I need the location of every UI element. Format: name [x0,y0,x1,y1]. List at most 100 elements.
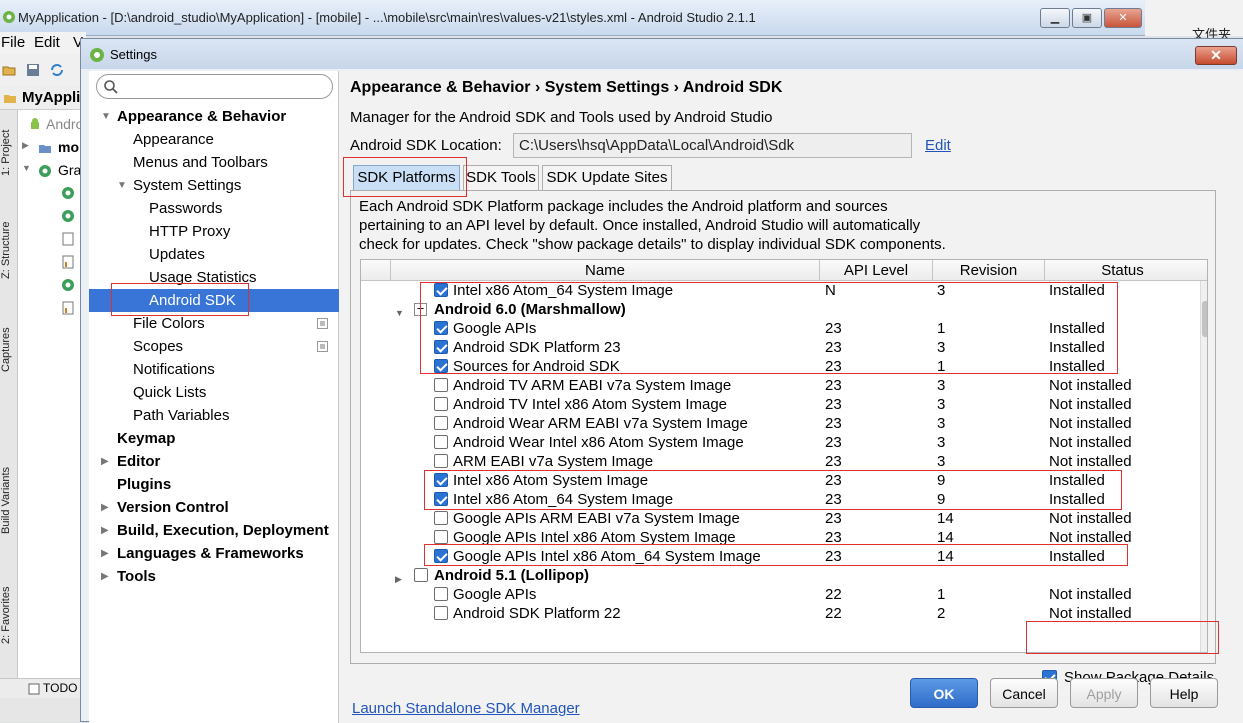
checkbox-unchecked[interactable] [434,435,448,449]
checkbox-unchecked[interactable] [434,606,448,620]
project-tool-tab[interactable]: 1: Project [0,118,18,188]
platform-group-row[interactable]: ▶ Android 5.1 (Lollipop) [361,566,1200,585]
checkbox-unchecked[interactable] [434,378,448,392]
settings-tree-item[interactable]: Appearance [89,128,339,151]
checkbox-unchecked[interactable] [434,511,448,525]
expand-arrow-icon[interactable]: ▼ [117,174,127,197]
settings-tree-item[interactable]: Scopes [89,335,339,358]
tab-sdk-tools[interactable]: SDK Tools [463,165,539,191]
captures-tool-tab[interactable]: Captures [0,315,18,385]
checkbox-checked[interactable] [434,283,448,297]
collapse-arrow-icon[interactable]: ▶ [101,450,109,473]
open-folder-icon[interactable] [2,63,16,77]
checkbox-checked[interactable] [434,549,448,563]
tab-sdk-update-sites[interactable]: SDK Update Sites [542,165,672,191]
platform-group-row[interactable]: ▼ − Android 6.0 (Marshmallow) [361,300,1200,319]
scrollbar-thumb[interactable] [1202,301,1207,337]
settings-tree-item[interactable]: Notifications [89,358,339,381]
cancel-button[interactable]: Cancel [990,678,1058,708]
checkbox-checked[interactable] [434,492,448,506]
package-row[interactable]: Android Wear ARM EABI v7a System Image 23… [361,414,1200,433]
package-row[interactable]: Android TV ARM EABI v7a System Image 23 3 N… [361,376,1200,395]
settings-tree-item[interactable]: File Colors [89,312,339,335]
collapse-arrow-icon[interactable]: ▶ [101,565,109,588]
build-variants-tool-tab[interactable]: Build Variants [0,455,18,545]
settings-tree-item[interactable]: ▶ Version Control [89,496,339,519]
ide-maximize-button[interactable]: ▣ [1072,8,1102,28]
package-row[interactable]: Android TV Intel x86 Atom System Image 23… [361,395,1200,414]
apply-button[interactable]: Apply [1070,678,1138,708]
collapse-arrow-icon[interactable]: ▶ [101,542,109,565]
checkbox-unchecked[interactable] [434,587,448,601]
settings-tree-item[interactable]: Quick Lists [89,381,339,404]
checkbox-checked[interactable] [434,340,448,354]
favorites-tool-tab[interactable]: 2: Favorites [0,575,18,655]
table-scrollbar[interactable] [1200,281,1207,652]
settings-tree-item[interactable]: Updates [89,243,339,266]
partial-checkbox[interactable]: − [414,302,427,316]
settings-tree-item[interactable]: ▼ Appearance & Behavior [89,105,339,128]
todo-tab[interactable]: TODO [43,681,77,695]
tab-sdk-platforms[interactable]: SDK Platforms [353,165,460,191]
sdk-location-field[interactable]: C:\Users\hsq\AppData\Local\Android\Sdk [513,133,912,158]
settings-tree-item[interactable]: ▶ Tools [89,565,339,588]
package-row[interactable]: Google APIs ARM EABI v7a System Image 23 1… [361,509,1200,528]
package-row[interactable]: Android SDK Platform 22 22 2 Not installed [361,604,1200,623]
checkbox-unchecked[interactable] [414,568,428,582]
package-row[interactable]: Google APIs 22 1 Not installed [361,585,1200,604]
package-row[interactable]: Google APIs 23 1 Installed [361,319,1200,338]
settings-tree-item[interactable]: Plugins [89,473,339,496]
settings-tree-item[interactable]: Android SDK [89,289,339,312]
settings-tree-item[interactable]: ▼ System Settings [89,174,339,197]
checkbox-checked[interactable] [434,321,448,335]
ok-button[interactable]: OK [910,678,978,708]
settings-tree-item[interactable]: ▶ Build, Execution, Deployment [89,519,339,542]
collapse-arrow-icon[interactable]: ▶ [101,496,109,519]
settings-tree-item[interactable]: Keymap [89,427,339,450]
settings-tree-item[interactable]: Passwords [89,197,339,220]
help-button[interactable]: Help [1150,678,1218,708]
sync-icon[interactable] [50,63,64,77]
dialog-close-button[interactable]: ✕ [1195,46,1237,65]
checkbox-unchecked[interactable] [434,530,448,544]
checkbox-unchecked[interactable] [434,397,448,411]
package-row[interactable]: ARM EABI v7a System Image 23 3 Not installe… [361,452,1200,471]
menu-edit[interactable]: Edit [34,34,60,51]
settings-tree-item[interactable]: ▶ Languages & Frameworks [89,542,339,565]
settings-tree-item[interactable]: Path Variables [89,404,339,427]
tree-row-gradle[interactable]: ▼ Gra [18,160,86,182]
collapse-arrow-icon[interactable]: ▶ [101,519,109,542]
save-icon[interactable] [26,63,40,77]
package-row[interactable]: Intel x86 Atom System Image 23 9 Installed [361,471,1200,490]
checkbox-unchecked[interactable] [434,416,448,430]
settings-tree-item[interactable]: Usage Statistics [89,266,339,289]
column-header-name[interactable]: Name [391,260,820,281]
launch-standalone-sdk-manager-link[interactable]: Launch Standalone SDK Manager [352,700,580,717]
settings-search-box[interactable] [96,74,333,99]
tree-row-module[interactable]: ▶ mo [18,137,86,159]
package-row[interactable]: Google APIs Intel x86 Atom System Image 2… [361,528,1200,547]
tree-row-android[interactable]: Andro [18,114,86,136]
package-row[interactable]: Google APIs Intel x86 Atom_64 System Ima… [361,547,1200,566]
column-header-api-level[interactable]: API Level [820,260,933,281]
package-row[interactable]: Intel x86 Atom_64 System Image N 3 Installe… [361,281,1200,300]
project-name[interactable]: MyAppli [22,89,80,106]
column-header-status[interactable]: Status [1045,260,1200,281]
structure-tool-tab[interactable]: Z: Structure [0,210,18,290]
package-row[interactable]: Sources for Android SDK 23 1 Installed [361,357,1200,376]
expand-arrow-icon[interactable]: ▼ [101,105,111,128]
checkbox-checked[interactable] [434,359,448,373]
settings-tree-item[interactable]: ▶ Editor [89,450,339,473]
settings-search-input[interactable] [121,77,326,96]
checkbox-unchecked[interactable] [434,454,448,468]
checkbox-checked[interactable] [434,473,448,487]
ide-close-button[interactable]: ✕ [1104,8,1142,28]
settings-tree-item[interactable]: HTTP Proxy [89,220,339,243]
settings-tree-item[interactable]: Menus and Toolbars [89,151,339,174]
package-row[interactable]: Android Wear Intel x86 Atom System Image… [361,433,1200,452]
menu-file[interactable]: File [1,34,25,51]
package-row[interactable]: Android SDK Platform 23 23 3 Installed [361,338,1200,357]
edit-sdk-location-link[interactable]: Edit [925,137,951,154]
column-header-revision[interactable]: Revision [933,260,1045,281]
ide-minimize-button[interactable]: ▁ [1040,8,1070,28]
